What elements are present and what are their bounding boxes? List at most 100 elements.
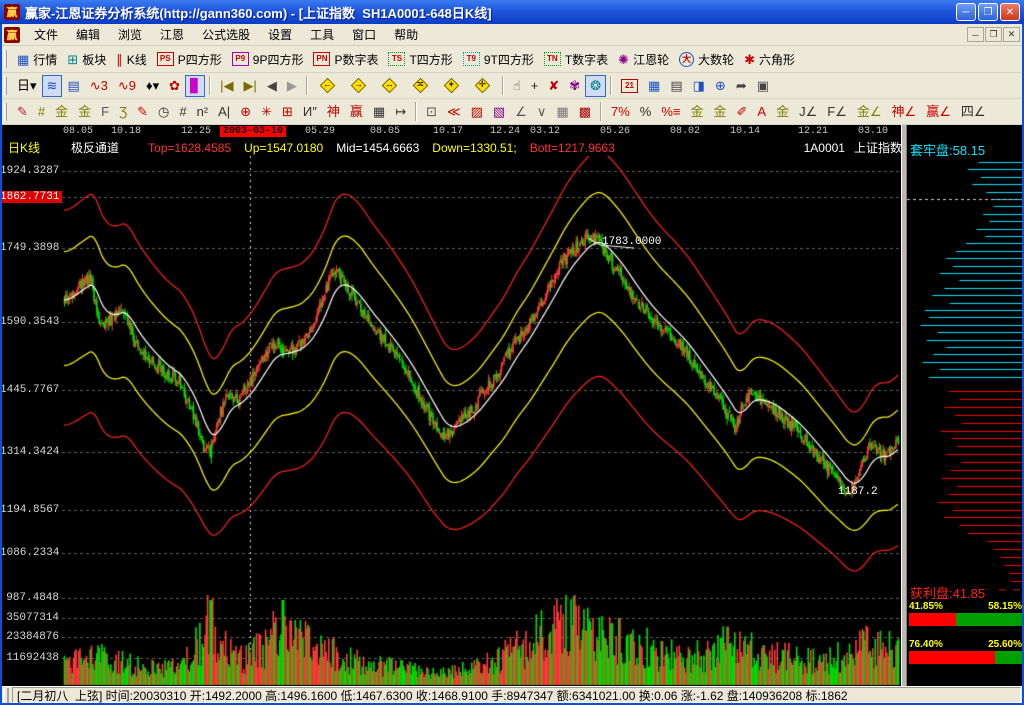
gann-wheel-button[interactable]: ✺江恩轮 [613,48,674,70]
toolbar-grip[interactable] [4,50,7,68]
grid-red-icon-button[interactable]: ▩ [574,101,596,123]
notes-icon-button[interactable]: ▤ [665,75,687,97]
export-doc-icon-button[interactable]: ➦ [731,75,752,97]
spiral-icon-button[interactable]: Ʒ [114,101,132,123]
next-page-icon-button[interactable]: ▶ [282,75,302,97]
mdi-minimize-button[interactable]: ─ [967,27,984,42]
t-number-button[interactable]: TNT数字表 [539,48,613,70]
gold-gann-icon-button[interactable]: 金 [50,101,73,123]
9p-square-button[interactable]: P99P四方形 [227,48,309,70]
menu-item-8[interactable]: 帮助 [385,24,427,45]
ying-angle-icon-button[interactable]: 赢∠ [921,101,956,123]
toolbar-grip[interactable] [4,103,7,121]
square-wheel-icon-button[interactable]: ⊞ [277,101,298,123]
shift-left-icon-button[interactable]: ← [312,75,343,97]
title-bar[interactable]: 赢 赢家-江恩证券分析系统(http://gann360.com) - [上证指… [0,0,1024,24]
gold-angle-icon-button[interactable]: 金∠ [852,101,887,123]
minimize-button[interactable]: ─ [956,3,976,21]
comb-lines-2-icon-button[interactable]: # [174,101,191,123]
pct-7-icon-button[interactable]: 7% [606,101,635,123]
j-angle-icon-button[interactable]: J∠ [794,101,822,123]
box-select-icon-button[interactable]: ⊡ [421,101,442,123]
save-icon-button[interactable]: ◨ [688,75,710,97]
9t-square-button[interactable]: T99T四方形 [458,48,539,70]
gold-under-icon-button[interactable]: 金 [771,101,794,123]
comb-lines-icon-button[interactable]: # [33,101,50,123]
shen-angle-icon-button[interactable]: 神∠ [887,101,922,123]
candle-style-icon-button[interactable]: ♦▾ [141,75,164,97]
draw-pencil-icon-button[interactable]: ✎ [12,101,33,123]
cross-move-icon-button[interactable]: + [436,75,467,97]
n-square-icon-button[interactable]: n² [192,101,214,123]
compass-icon-button[interactable]: ⊕ [235,101,256,123]
shen-tool-icon-button[interactable]: 神 [322,101,345,123]
pct-icon-button[interactable]: % [635,101,657,123]
star-wheel-icon-button[interactable]: ✳ [256,101,277,123]
turn-marker-icon-button[interactable]: ✐ [732,101,753,123]
ying-tool-icon-button[interactable]: 赢 [345,101,368,123]
menu-item-0[interactable]: 文件 [25,24,67,45]
gold-gann-2-icon-button[interactable]: 金 [73,101,96,123]
pan-hand-icon-button[interactable]: ☝ [508,75,526,97]
gann-flower-icon-button[interactable]: ✾ [564,75,585,97]
menu-item-3[interactable]: 江恩 [151,24,193,45]
t-square-button[interactable]: TST四方形 [383,48,457,70]
period-selector-icon-button[interactable]: 日▾ [12,75,42,97]
wave-3-icon-button[interactable]: ∿3 [85,75,113,97]
calendar-icon-button[interactable]: 21 [616,75,643,97]
fan-rays-icon-button[interactable]: ≪ [442,101,466,123]
erase-line-icon-button[interactable]: ✘ [543,75,564,97]
expand-icon-button[interactable]: ✛ [467,75,498,97]
four-angle-icon-button[interactable]: 四∠ [956,101,991,123]
shift-both-icon-button[interactable]: ↔ [374,75,405,97]
wave-9-icon-button[interactable]: ∿9 [113,75,141,97]
hexagon-button[interactable]: ✱六角形 [739,48,800,70]
grid-dark-icon-button[interactable]: ▦ [551,101,573,123]
crosshair-icon-button[interactable]: + [526,75,544,97]
p-square-button[interactable]: PSP四方形 [152,48,227,70]
menu-item-1[interactable]: 编辑 [67,24,109,45]
last-page-icon-button[interactable]: ▶| [238,75,261,97]
pattern-tool-icon-button[interactable]: ✿ [164,75,185,97]
trend-chart-icon-button[interactable]: ≋ [42,75,63,97]
web-icon-button[interactable]: ⊕ [710,75,731,97]
main-chart-canvas[interactable] [0,156,901,686]
red-pencil-icon-button[interactable]: ✎ [132,101,153,123]
gold-lines-icon-button[interactable]: 金 [709,101,732,123]
f-angle-icon-button[interactable]: F∠ [822,101,852,123]
p-number-button[interactable]: PNP数字表 [308,48,383,70]
a-line-icon-button[interactable]: A| [213,101,235,123]
quotes-button[interactable]: ▦行情 [12,48,62,70]
restore-button[interactable]: ❐ [978,3,998,21]
pct-lines-icon-button[interactable]: %≡ [656,101,685,123]
calculator-icon-button[interactable]: ▦ [643,75,665,97]
shift-right-icon-button[interactable]: → [343,75,374,97]
menu-item-2[interactable]: 浏览 [109,24,151,45]
fan-box-2-icon-button[interactable]: ▧ [488,101,510,123]
print-icon-button[interactable]: ▣ [752,75,774,97]
mdi-close-button[interactable]: ✕ [1003,27,1020,42]
prev-page-icon-button[interactable]: ◀ [262,75,282,97]
kline-button[interactable]: ∥K线 [111,48,152,70]
f-ruler-icon-button[interactable]: F [96,101,114,123]
menu-item-7[interactable]: 窗口 [343,24,385,45]
first-page-icon-button[interactable]: |◀ [215,75,238,97]
wave-a-icon-button[interactable]: A [752,101,771,123]
number-wheel-button[interactable]: 大大数轮 [674,48,739,70]
close-button[interactable]: ✕ [1000,3,1020,21]
menu-item-5[interactable]: 设置 [259,24,301,45]
quote-mark-icon-button[interactable]: И″ [298,101,322,123]
menu-item-6[interactable]: 工具 [301,24,343,45]
toolbar-grip[interactable] [4,77,7,95]
time-circle-icon-button[interactable]: ◷ [153,101,174,123]
smart-tool-icon-button[interactable]: ❂ [585,75,606,97]
compress-icon-button[interactable]: ≍ [405,75,436,97]
price-grid-icon-button[interactable]: ▦ [368,101,390,123]
info-panel-icon-button[interactable]: ▤ [62,75,84,97]
sectors-button[interactable]: ⊞板块 [62,48,111,70]
chip-distribution-canvas[interactable] [907,158,1024,588]
menu-item-4[interactable]: 公式选股 [193,24,259,45]
mdi-restore-button[interactable]: ❐ [985,27,1002,42]
fan-box-icon-button[interactable]: ▨ [466,101,488,123]
h-measure-icon-button[interactable]: ↦ [390,101,411,123]
